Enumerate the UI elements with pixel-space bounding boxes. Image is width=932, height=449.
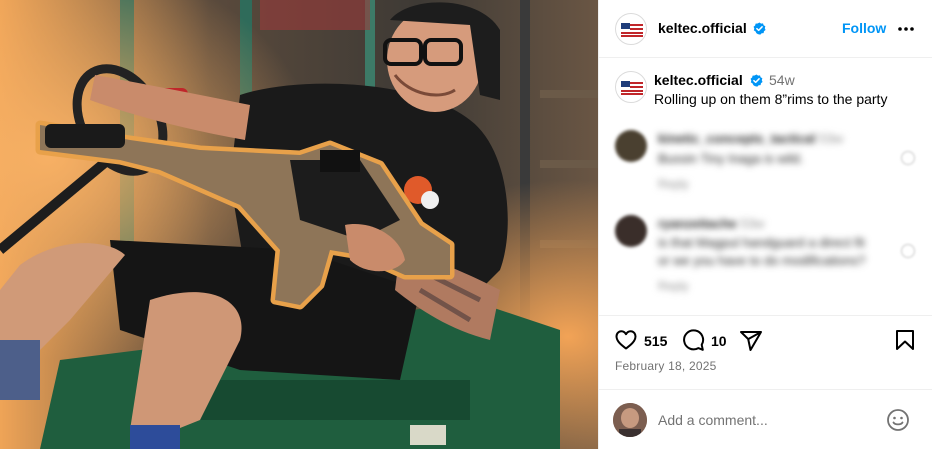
comment-timestamp: 53w xyxy=(819,131,844,146)
comment-text: Bussin Tiny Inaga is wild. xyxy=(658,151,804,166)
comment-input[interactable] xyxy=(658,410,873,430)
reply-button[interactable]: Reply xyxy=(658,279,689,293)
post-header: keltec.official Follow xyxy=(599,0,932,58)
verified-badge-icon xyxy=(753,22,766,35)
post-details-panel: keltec.official Follow keltec.official 5… xyxy=(598,0,932,449)
comment-username[interactable]: kinetic_concepts_tactical xyxy=(658,131,816,146)
user-photo xyxy=(613,403,647,437)
commenter-avatar[interactable] xyxy=(615,130,647,162)
comment-username[interactable]: ryanzeitache xyxy=(658,216,737,231)
comment-like-icon[interactable] xyxy=(901,151,915,165)
keltec-logo-icon xyxy=(621,23,643,37)
like-count[interactable]: 515 xyxy=(644,333,667,349)
comment-timestamp: 53w xyxy=(740,216,765,231)
comment-composer xyxy=(599,389,932,449)
verified-badge-icon xyxy=(750,74,763,87)
caption-avatar[interactable] xyxy=(615,71,647,103)
header-username[interactable]: keltec.official xyxy=(658,20,747,36)
actions-divider xyxy=(599,315,932,316)
heart-icon[interactable] xyxy=(614,328,638,352)
profile-avatar[interactable] xyxy=(615,13,647,45)
follow-button[interactable]: Follow xyxy=(842,20,886,36)
comment-icon[interactable] xyxy=(681,328,705,352)
post-date[interactable]: February 18, 2025 xyxy=(615,359,716,373)
comment-header: kinetic_concepts_tactical 53w xyxy=(658,131,843,146)
comment-text-line-2: or we you have to do modifications? xyxy=(658,253,866,268)
reply-button[interactable]: Reply xyxy=(658,177,689,191)
caption-timestamp[interactable]: 54w xyxy=(769,72,795,88)
comment-count[interactable]: 10 xyxy=(711,333,727,349)
comment-text-line-1: is that Magpul handguard a direct fit xyxy=(658,235,865,250)
current-user-avatar xyxy=(613,403,647,437)
commenter-avatar[interactable] xyxy=(615,215,647,247)
post-photo[interactable] xyxy=(0,0,598,449)
comment-like-icon[interactable] xyxy=(901,244,915,258)
bookmark-icon[interactable] xyxy=(894,328,916,352)
emoji-icon[interactable] xyxy=(886,408,910,432)
share-icon[interactable] xyxy=(739,329,763,353)
caption-username[interactable]: keltec.official xyxy=(654,72,743,88)
caption-text: Rolling up on them 8”rims to the party xyxy=(654,91,888,107)
more-options-icon[interactable] xyxy=(897,21,915,37)
keltec-logo-icon xyxy=(621,81,643,95)
post-image xyxy=(0,0,598,449)
comment-header: ryanzeitache 53w xyxy=(658,216,764,231)
